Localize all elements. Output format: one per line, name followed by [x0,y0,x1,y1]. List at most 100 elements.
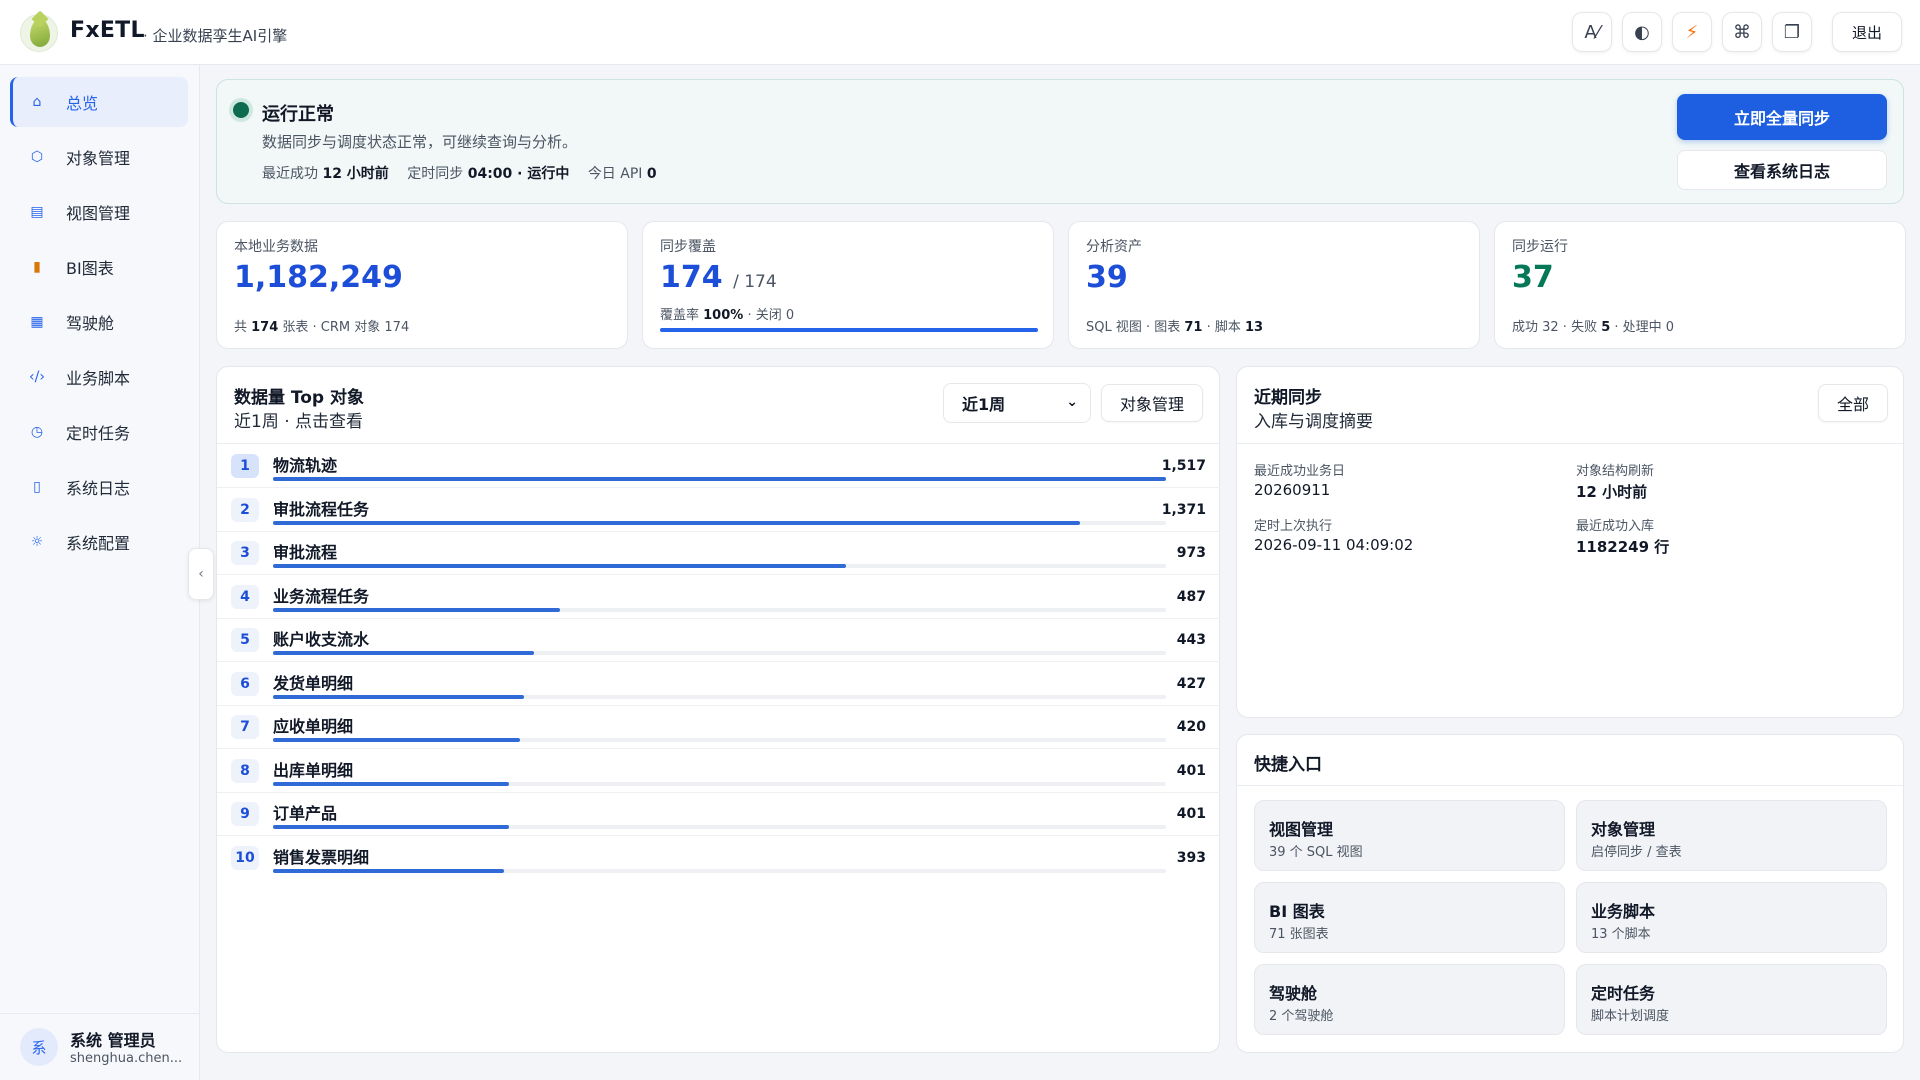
sidebar-item-objects[interactable]: ⬡ 对象管理 [10,132,188,182]
cube-icon: ⬡ [30,149,44,165]
volume-bar-track [273,477,1166,481]
volume-bar-track [273,868,1166,873]
user-profile[interactable]: 系 系统 管理员 shenghua.chen... [0,1013,200,1080]
stat-card-local-data: 本地业务数据 1,182,249 共 174 张表 · CRM 对象 174 [216,221,628,349]
object-name: 发货单明细 [273,673,354,693]
quick-entry-item[interactable]: 业务脚本 13 个脚本 [1576,882,1887,953]
home-icon: ⌂ [32,94,42,110]
table-row[interactable]: 2 审批流程任务 1,371 [217,488,1220,532]
table-row[interactable]: 6 发货单明细 427 [217,662,1220,706]
object-name: 订单产品 [273,804,338,823]
panel-title: 数据量 Top 对象 [234,388,365,408]
sidebar-item-overview[interactable]: ⌂ 总览 [10,77,188,127]
summary-label: 最近成功业务日 [1254,464,1346,479]
volume-bar-track [273,694,1166,699]
logout-button[interactable]: 退出 [1832,12,1902,52]
table-row[interactable]: 7 应收单明细 420 [217,705,1220,749]
last-success-label: 最近成功 [262,166,318,182]
object-volume: 420 [1176,719,1206,735]
sidebar-item-cockpit[interactable]: ▦ 驾驶舱 [10,297,188,347]
stat-subtext: SQL 视图 · 图表 71 · 脚本 13 [1086,320,1264,335]
sidebar-item-logs[interactable]: ▯ 系统日志 [10,462,188,512]
panel-subtitle: 近1周 · 点击查看 [234,412,364,432]
stat-card-sync-coverage: 同步覆盖 174 / 174 覆盖率 100% · 关闭 0 [642,221,1054,349]
last-success-value: 12 小时前 [322,166,389,182]
window-button[interactable]: ❐ [1772,12,1812,52]
table-row[interactable]: 10 销售发票明细 393 [217,836,1220,880]
table-row[interactable]: 5 账户收支流水 443 [217,618,1220,662]
summary-value: 2026-09-11 04:09:02 [1254,536,1414,554]
status-description: 数据同步与调度状态正常，可继续查询与分析。 [262,133,578,151]
quick-entry-title: 业务脚本 [1591,902,1656,921]
volume-bar-track [273,825,1166,829]
object-manage-button[interactable]: 对象管理 [1101,384,1203,422]
sidebar-item-label: 系统日志 [66,479,131,498]
quick-entry-subtitle: 2 个驾驶舱 [1269,1009,1334,1024]
sidebar-item-config[interactable]: ☼ 系统配置 [10,517,188,567]
stat-label: 分析资产 [1086,239,1142,255]
object-name: 应收单明细 [273,717,354,736]
rank-badge: 3 [231,541,259,565]
rank-badge: 5 [231,628,259,652]
table-row[interactable]: 3 审批流程 973 [217,531,1220,575]
object-volume: 487 [1176,588,1206,605]
quick-entry-title: 驾驶舱 [1269,984,1318,1003]
lightning-button[interactable]: ⚡ [1672,12,1712,52]
api-label: 今日 API [587,166,643,182]
quick-entry-item[interactable]: 驾驶舱 2 个驾驶舱 [1254,964,1565,1035]
contrast-button[interactable]: ◐ [1622,12,1662,52]
sidebar-item-label: 视图管理 [66,204,131,223]
volume-bar [273,477,1166,481]
volume-bar [273,651,534,655]
sidebar-item-views[interactable]: ▤ 视图管理 [10,187,188,237]
summary-value: 1182249 行 [1576,538,1670,556]
quick-entry-item[interactable]: 视图管理 39 个 SQL 视图 [1254,800,1565,871]
stat-subtext: 覆盖率 100% · 关闭 0 [660,308,795,323]
contrast-icon: ◐ [1634,21,1650,43]
period-select[interactable]: 近1周 ⌄ [943,383,1091,423]
object-volume: 1,517 [1161,458,1206,474]
stat-label: 本地业务数据 [234,239,318,255]
table-row[interactable]: 9 订单产品 401 [217,792,1220,836]
stat-label: 同步运行 [1512,239,1568,255]
sidebar-item-scripts[interactable]: ‹/› 业务脚本 [10,352,188,402]
table-row[interactable]: 8 出库单明细 401 [217,749,1220,793]
ai-button[interactable]: A⁄ [1572,12,1612,52]
table-row[interactable]: 4 业务流程任务 487 [217,575,1220,619]
ai-icon: A⁄ [1584,21,1600,43]
coverage-progress-bar [660,328,1038,332]
sidebar-item-bi[interactable]: ▮ BI图表 [10,242,188,292]
volume-bar-track [273,651,1166,655]
volume-bar-track [273,607,1166,612]
command-button[interactable]: ⌘ [1722,12,1762,52]
user-email: shenghua.chen... [70,1051,183,1066]
sidebar-item-label: 业务脚本 [66,369,131,388]
volume-bar [273,607,560,612]
volume-bar-track [273,564,1166,568]
quick-entry-subtitle: 脚本计划调度 [1591,1009,1670,1024]
volume-bar [273,520,1081,525]
volume-bar [273,781,510,786]
status-dot-icon [233,102,249,118]
clock-icon: ◷ [30,424,44,440]
quick-entry-panel: 快捷入口 视图管理 39 个 SQL 视图 对象管理 启停同步 / 查表 BI 图表 71… [1236,734,1904,1053]
sidebar-collapse-button[interactable]: ‹ [188,548,214,600]
code-icon: ‹/› [29,369,45,385]
quick-entry-item[interactable]: 定时任务 脚本计划调度 [1576,964,1887,1035]
view-all-button[interactable]: 全部 [1818,384,1888,422]
table-row[interactable]: 1 物流轨迹 1,517 [217,444,1220,488]
summary-label: 定时上次执行 [1254,519,1333,534]
chevron-left-icon: ‹ [198,566,204,582]
stat-subtext: 成功 32 · 失败 5 · 处理中 0 [1512,320,1675,335]
settings-icon: ☼ [30,534,44,550]
rank-badge: 8 [231,758,259,783]
quick-entry-item[interactable]: BI 图表 71 张图表 [1254,882,1565,953]
full-sync-button[interactable]: 立即全量同步 [1677,94,1887,140]
object-name: 销售发票明细 [273,847,370,867]
quick-entry-item[interactable]: 对象管理 启停同步 / 查表 [1576,800,1887,871]
object-volume: 1,371 [1161,501,1206,518]
view-logs-button[interactable]: 查看系统日志 [1677,150,1887,190]
rank-badge: 2 [231,497,259,522]
sidebar-item-tasks[interactable]: ◷ 定时任务 [10,407,188,457]
sidebar-item-label: 驾驶舱 [66,314,115,333]
